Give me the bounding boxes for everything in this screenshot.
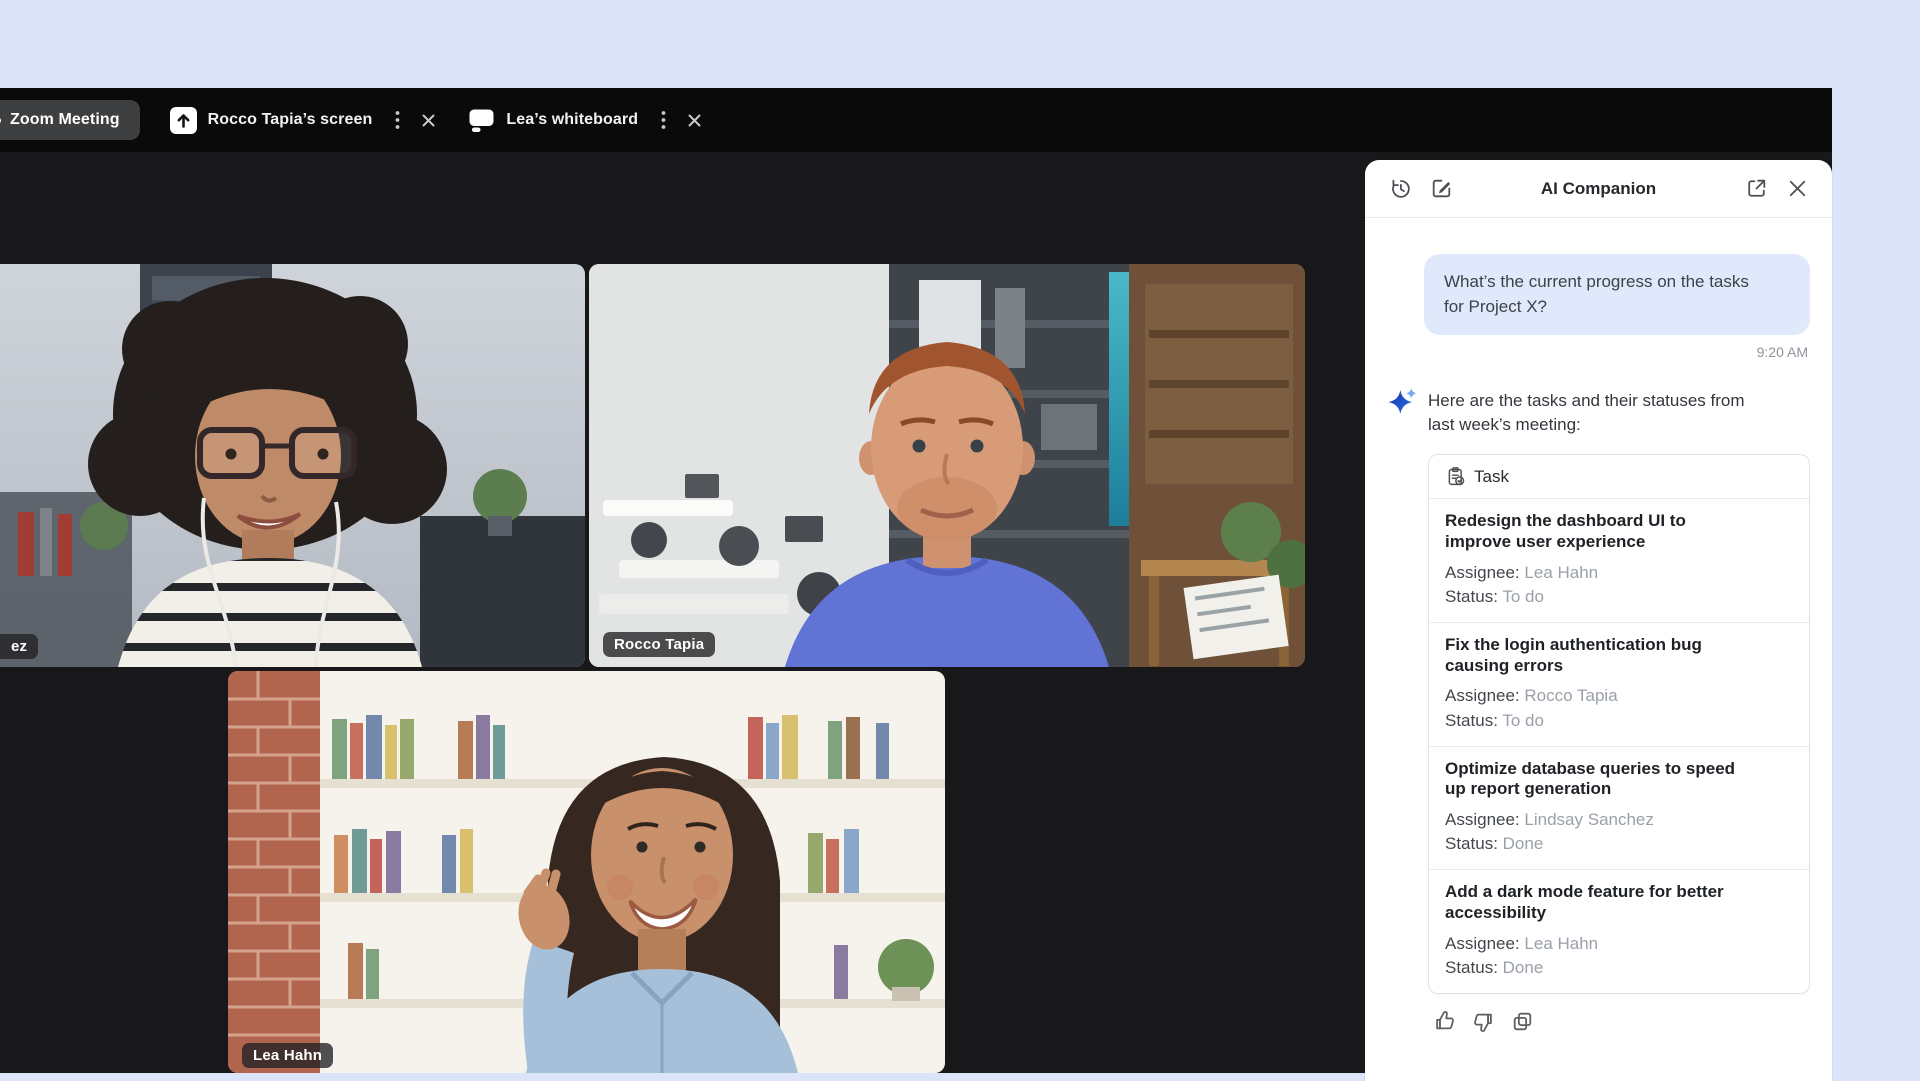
new-chat-icon[interactable] (1428, 176, 1454, 202)
share-screen-icon (170, 107, 197, 134)
status-value: Done (1503, 834, 1544, 853)
participant-name-tag: Rocco Tapia (603, 632, 715, 657)
status-value: To do (1502, 711, 1544, 730)
ai-panel-header: AI Companion (1365, 160, 1832, 218)
task-assignee-row: Assignee: Lea Hahn (1445, 561, 1793, 585)
assignee-value: Lea Hahn (1524, 934, 1598, 953)
ai-message: Here are the tasks and their statuses fr… (1385, 387, 1810, 436)
status-label: Status: (1445, 958, 1498, 977)
tab-rocco-screen[interactable]: Rocco Tapia’s screen (170, 107, 439, 134)
assignee-value: Lea Hahn (1524, 563, 1598, 582)
task-card-header: Task (1429, 455, 1809, 499)
task-card-title: Task (1474, 467, 1509, 487)
assignee-label: Assignee: (1445, 686, 1520, 705)
tab-lea-whiteboard[interactable]: Lea’s whiteboard (468, 107, 704, 133)
task-title: Optimize database queries to speed up re… (1445, 759, 1781, 800)
assignee-value: Lindsay Sanchez (1524, 810, 1653, 829)
participant-name-tag: ez (0, 634, 38, 659)
camera-icon (0, 117, 1, 124)
video-tile-lea[interactable]: Lea Hahn (228, 671, 945, 1073)
tab-close-icon[interactable] (684, 107, 704, 133)
status-value: To do (1502, 587, 1544, 606)
video-tile-rocco[interactable]: Rocco Tapia (589, 264, 1305, 667)
task-item[interactable]: Redesign the dashboard UI to improve use… (1429, 499, 1809, 622)
copy-icon[interactable] (1510, 1009, 1535, 1034)
assignee-label: Assignee: (1445, 810, 1520, 829)
thumbs-down-icon[interactable] (1471, 1009, 1496, 1034)
tab-zoom-meeting[interactable]: Zoom Meeting (0, 100, 140, 140)
participant-name-tag: Lea Hahn (242, 1043, 333, 1068)
tab-menu-icon[interactable] (653, 107, 673, 133)
thumbs-up-icon[interactable] (1432, 1009, 1457, 1034)
task-title: Fix the login authentication bug causing… (1445, 635, 1781, 676)
task-clipboard-icon (1445, 466, 1466, 487)
task-item[interactable]: Add a dark mode feature for better acces… (1429, 869, 1809, 993)
status-label: Status: (1445, 711, 1498, 730)
ai-message-text: Here are the tasks and their statuses fr… (1428, 387, 1745, 436)
task-status-row: Status: Done (1445, 956, 1793, 980)
task-title: Redesign the dashboard UI to improve use… (1445, 511, 1781, 552)
feedback-row (1432, 1009, 1810, 1034)
status-label: Status: (1445, 587, 1498, 606)
task-assignee-row: Assignee: Lindsay Sanchez (1445, 808, 1793, 832)
task-title: Add a dark mode feature for better acces… (1445, 882, 1781, 923)
pop-out-icon[interactable] (1743, 176, 1769, 202)
status-label: Status: (1445, 834, 1498, 853)
message-timestamp: 9:20 AM (1385, 344, 1808, 360)
assignee-label: Assignee: (1445, 934, 1520, 953)
task-status-row: Status: To do (1445, 709, 1793, 733)
tab-label: Rocco Tapia’s screen (208, 111, 373, 129)
tab-bar: Zoom Meeting Rocco Tapia’s screen Lea’s … (0, 88, 1832, 152)
video-tile-lindsay[interactable]: ez (0, 264, 585, 667)
task-assignee-row: Assignee: Rocco Tapia (1445, 684, 1793, 708)
tab-close-icon[interactable] (418, 107, 438, 133)
assignee-label: Assignee: (1445, 563, 1520, 582)
whiteboard-icon (468, 107, 495, 133)
task-card: Task Redesign the dashboard UI to improv… (1428, 454, 1810, 994)
ai-companion-sparkle-icon (1385, 385, 1420, 420)
task-status-row: Status: Done (1445, 832, 1793, 856)
history-icon[interactable] (1387, 176, 1413, 202)
task-status-row: Status: To do (1445, 585, 1793, 609)
ai-companion-panel: AI Companion What’s the current progress… (1365, 160, 1832, 1081)
tab-label: Lea’s whiteboard (506, 111, 638, 129)
tab-label: Zoom Meeting (10, 111, 120, 129)
task-item[interactable]: Optimize database queries to speed up re… (1429, 746, 1809, 870)
chat-area: What’s the current progress on the tasks… (1365, 218, 1832, 1034)
tab-menu-icon[interactable] (387, 107, 407, 133)
close-icon[interactable] (1784, 176, 1810, 202)
assignee-value: Rocco Tapia (1524, 686, 1617, 705)
status-value: Done (1503, 958, 1544, 977)
task-assignee-row: Assignee: Lea Hahn (1445, 932, 1793, 956)
user-message-bubble: What’s the current progress on the tasks… (1424, 254, 1810, 335)
task-item[interactable]: Fix the login authentication bug causing… (1429, 622, 1809, 746)
